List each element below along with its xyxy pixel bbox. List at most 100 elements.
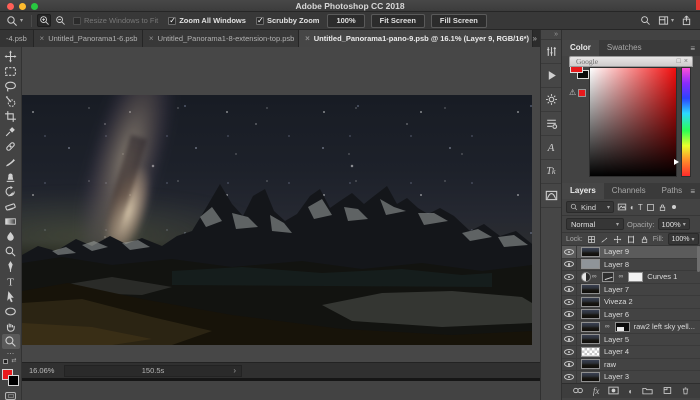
- layer-visibility-toggle[interactable]: [562, 334, 577, 346]
- opacity-field[interactable]: 100% ▾: [658, 218, 690, 230]
- zoom-all-windows-checkbox[interactable]: Zoom All Windows: [168, 16, 246, 25]
- filter-type-layers-icon[interactable]: T: [638, 203, 643, 212]
- layer-visibility-toggle[interactable]: [562, 259, 577, 271]
- layer-thumbnail[interactable]: [581, 259, 600, 269]
- zoom-100-button[interactable]: 100%: [327, 14, 364, 28]
- clone-source-panel-icon[interactable]: [541, 112, 561, 136]
- layer-name[interactable]: raw: [604, 360, 616, 369]
- layer-name[interactable]: Layer 8: [604, 260, 629, 269]
- lock-all-icon[interactable]: [640, 235, 649, 244]
- eyedropper-tool[interactable]: [2, 124, 20, 139]
- filter-shape-layers-icon[interactable]: [646, 203, 655, 212]
- layer-visibility-toggle[interactable]: [562, 309, 577, 321]
- typekit-panel-icon[interactable]: Tk: [541, 160, 561, 184]
- tool-preset-picker[interactable]: ▾: [0, 15, 27, 27]
- document-image[interactable]: [22, 95, 532, 345]
- hand-tool[interactable]: [2, 319, 20, 334]
- filter-toggle-icon[interactable]: [670, 203, 678, 211]
- pen-tool[interactable]: [2, 259, 20, 274]
- actions-panel-icon[interactable]: [541, 64, 561, 88]
- healing-tool[interactable]: [2, 139, 20, 154]
- scrubby-zoom-checkbox[interactable]: Scrubby Zoom: [256, 16, 320, 25]
- swap-colors-icon[interactable]: ⇄: [11, 359, 16, 364]
- layer-visibility-toggle[interactable]: [562, 296, 577, 308]
- gradient-tool[interactable]: [2, 214, 20, 229]
- lock-transparency-icon[interactable]: [587, 235, 596, 244]
- filter-kind-dropdown[interactable]: Kind ▾: [566, 201, 614, 213]
- path-select-tool[interactable]: [2, 289, 20, 304]
- layer-visibility-toggle[interactable]: [562, 346, 577, 358]
- layer-row[interactable]: Layer 3: [562, 371, 700, 383]
- layer-row[interactable]: raw: [562, 359, 700, 372]
- layer-visibility-toggle[interactable]: [562, 359, 577, 371]
- shape-tool[interactable]: [2, 304, 20, 319]
- hue-slider-pointer[interactable]: [674, 159, 679, 165]
- filter-pixel-layers-icon[interactable]: [617, 202, 627, 212]
- tab-overflow-icon[interactable]: »: [533, 34, 540, 43]
- clone-stamp-tool[interactable]: [2, 169, 20, 184]
- quick-select-tool[interactable]: [2, 94, 20, 109]
- layer-row[interactable]: Layer 5: [562, 334, 700, 347]
- layer-name[interactable]: Curves 1: [647, 272, 677, 281]
- tab-close-icon[interactable]: ×: [40, 34, 45, 43]
- zoom-out-mode-button[interactable]: [53, 14, 67, 27]
- new-layer-icon[interactable]: [662, 382, 672, 400]
- layer-thumbnail[interactable]: [581, 297, 600, 307]
- zoom-level-field[interactable]: 16.06%: [22, 366, 64, 375]
- default-swap-colors[interactable]: ⇄: [3, 359, 19, 365]
- background-color-well[interactable]: [8, 375, 19, 386]
- layer-mask-thumbnail[interactable]: [628, 272, 643, 282]
- layer-row[interactable]: Layer 4: [562, 346, 700, 359]
- screen-mode-icon[interactable]: [5, 392, 16, 400]
- add-adjustment-icon[interactable]: ◐: [628, 387, 633, 396]
- layer-name[interactable]: Layer 7: [604, 285, 629, 294]
- zoom-in-mode-button[interactable]: [37, 14, 51, 27]
- new-group-icon[interactable]: [642, 382, 653, 400]
- document-tab-3[interactable]: ×Untitled_Panorama1-pano-9.psb @ 16.1% (…: [299, 30, 532, 47]
- brush-tool[interactable]: [2, 154, 20, 169]
- layer-row[interactable]: ∞raw2 left sky yell...: [562, 321, 700, 334]
- brush-settings-panel-icon[interactable]: [541, 40, 561, 64]
- tab-color[interactable]: Color: [562, 40, 599, 56]
- tab-paths[interactable]: Paths: [654, 183, 690, 199]
- dodge-tool[interactable]: [2, 244, 20, 259]
- layer-visibility-toggle[interactable]: [562, 371, 577, 383]
- delete-layer-icon[interactable]: [681, 382, 690, 400]
- history-brush-tool[interactable]: [2, 184, 20, 199]
- layer-name[interactable]: Layer 6: [604, 310, 629, 319]
- lock-position-icon[interactable]: [613, 235, 622, 244]
- canvas-area[interactable]: 16.06% 150.5s ›: [22, 47, 540, 381]
- curves-thumbnail[interactable]: [602, 272, 614, 282]
- layer-thumbnail[interactable]: [581, 284, 600, 294]
- floating-google-window[interactable]: Google □ ×: [569, 56, 693, 67]
- tab-channels[interactable]: Channels: [604, 183, 654, 199]
- tab-layers[interactable]: Layers: [562, 183, 604, 199]
- layer-visibility-toggle[interactable]: [562, 321, 577, 333]
- lock-artboard-icon[interactable]: [626, 235, 636, 244]
- document-tab-0[interactable]: -4.psb: [0, 30, 34, 47]
- add-mask-icon[interactable]: [608, 382, 619, 400]
- layer-row[interactable]: Layer 9: [562, 246, 700, 259]
- glyphs-panel-icon[interactable]: A: [541, 136, 561, 160]
- document-info-field[interactable]: 150.5s ›: [64, 365, 242, 377]
- document-tab-2[interactable]: ×Untitled_Panorama1-8-extension-top.psb: [143, 30, 299, 47]
- search-icon[interactable]: [640, 15, 651, 26]
- adjustments-panel-icon[interactable]: [541, 88, 561, 112]
- tab-close-icon[interactable]: ×: [305, 34, 310, 43]
- edit-toolbar-icon[interactable]: …: [7, 349, 15, 357]
- layer-thumbnail[interactable]: [581, 347, 600, 357]
- histogram-panel-icon[interactable]: [541, 184, 561, 208]
- fill-field[interactable]: 100% ▾: [668, 233, 699, 245]
- layer-name[interactable]: Viveza 2: [604, 297, 633, 306]
- layer-row[interactable]: Layer 7: [562, 284, 700, 297]
- gamut-warning[interactable]: ⚠: [569, 88, 586, 97]
- layer-name[interactable]: raw2 left sky yell...: [634, 322, 695, 331]
- lasso-tool[interactable]: [2, 79, 20, 94]
- layer-style-icon[interactable]: fx: [593, 386, 600, 396]
- collapse-dock-icon[interactable]: »: [541, 30, 561, 40]
- share-icon[interactable]: [681, 15, 692, 26]
- tab-swatches[interactable]: Swatches: [599, 40, 650, 56]
- layer-name[interactable]: Layer 5: [604, 335, 629, 344]
- type-tool[interactable]: T: [2, 274, 20, 289]
- layer-row[interactable]: Layer 8: [562, 259, 700, 272]
